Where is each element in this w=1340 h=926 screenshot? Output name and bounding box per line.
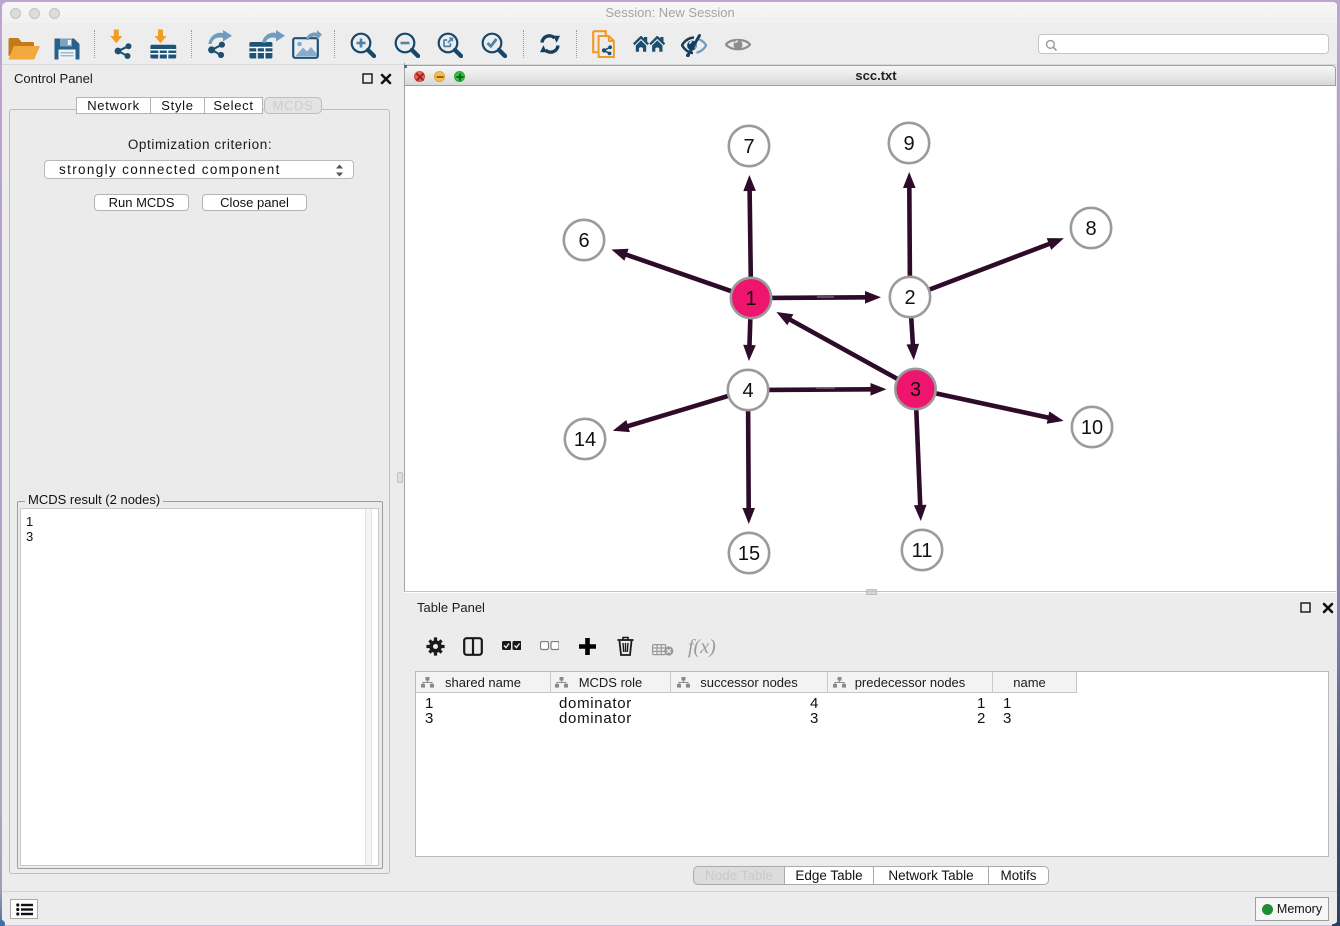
- svg-text:4: 4: [742, 380, 753, 402]
- svg-text:10: 10: [1081, 417, 1103, 439]
- svg-text:9: 9: [903, 133, 914, 155]
- svg-text:2: 2: [904, 287, 915, 309]
- svg-text:11: 11: [912, 540, 933, 562]
- svg-text:6: 6: [578, 230, 589, 252]
- svg-text:15: 15: [738, 543, 760, 565]
- svg-text:7: 7: [743, 136, 754, 158]
- svg-text:14: 14: [574, 429, 596, 451]
- svg-text:1: 1: [745, 288, 756, 310]
- svg-text:8: 8: [1085, 218, 1096, 240]
- svg-text:3: 3: [910, 379, 921, 401]
